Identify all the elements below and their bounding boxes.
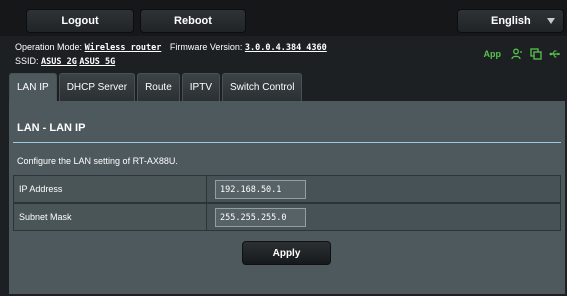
- subnet-mask-row: Subnet Mask 255.255.255.0: [13, 203, 561, 231]
- chevron-down-icon: [547, 18, 555, 24]
- tab-iptv[interactable]: IPTV: [181, 73, 220, 101]
- tab-bar: LAN IP DHCP Server Route IPTV Switch Con…: [9, 73, 303, 101]
- ip-address-input[interactable]: 192.168.50.1: [215, 180, 306, 199]
- ssid-label: SSID:: [15, 56, 39, 66]
- subnet-mask-input[interactable]: 255.255.255.0: [215, 208, 306, 227]
- content-panel: LAN - LAN IP Configure the LAN setting o…: [9, 101, 565, 294]
- tab-lan-ip[interactable]: LAN IP: [9, 73, 57, 101]
- ssid-2g-link[interactable]: ASUS_2G: [41, 57, 77, 67]
- ip-address-label: IP Address: [14, 176, 207, 202]
- tab-dhcp-server[interactable]: DHCP Server: [58, 73, 136, 101]
- top-bar: Logout Reboot English: [0, 0, 567, 36]
- logout-button[interactable]: Logout: [26, 9, 134, 33]
- tab-route[interactable]: Route: [137, 73, 180, 101]
- operation-mode-link[interactable]: Wireless router: [85, 43, 162, 53]
- app-link[interactable]: App: [484, 49, 502, 59]
- copy-icon[interactable]: [530, 48, 542, 60]
- subnet-mask-label: Subnet Mask: [14, 204, 207, 230]
- status-icons: App: [484, 47, 562, 61]
- ip-address-row: IP Address 192.168.50.1: [13, 175, 561, 203]
- language-value: English: [491, 15, 531, 27]
- apply-button[interactable]: Apply: [242, 241, 331, 265]
- tab-switch-control[interactable]: Switch Control: [222, 73, 303, 101]
- reboot-button[interactable]: Reboot: [140, 9, 246, 33]
- operation-mode-info: Operation Mode: Wireless router Firmware…: [15, 42, 327, 53]
- ssid-info: SSID: ASUS_2G ASUS_5G: [15, 56, 115, 67]
- page-description: Configure the LAN setting of RT-AX88U.: [17, 156, 178, 166]
- firmware-label: Firmware Version:: [169, 42, 243, 52]
- usb-icon[interactable]: [549, 48, 561, 60]
- page-title: LAN - LAN IP: [17, 122, 86, 134]
- title-divider: [13, 142, 561, 143]
- ssid-5g-link[interactable]: ASUS_5G: [79, 57, 115, 67]
- language-select[interactable]: English: [457, 9, 564, 33]
- operation-mode-label: Operation Mode:: [15, 42, 83, 52]
- user-icon[interactable]: [511, 48, 523, 60]
- firmware-link[interactable]: 3.0.0.4.384_4360: [245, 43, 327, 53]
